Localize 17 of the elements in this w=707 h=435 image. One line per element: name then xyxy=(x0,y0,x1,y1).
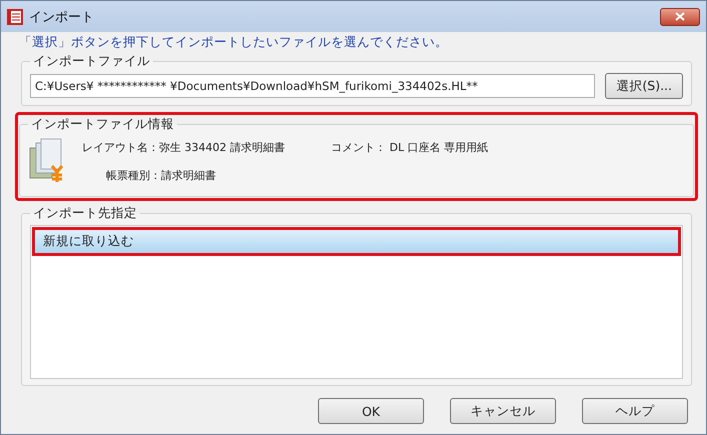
window-title: インポート xyxy=(29,8,94,26)
select-button[interactable]: 選択(S)... xyxy=(605,73,683,99)
group-label: インポートファイル xyxy=(32,53,151,70)
dialog-button[interactable]: OK xyxy=(318,398,424,424)
list-item[interactable]: 新規に取り込む xyxy=(32,227,681,256)
dialog-button[interactable]: キャンセル xyxy=(450,398,556,424)
layout-name-text: レイアウト名：弥生 334402 請求明細書 xyxy=(82,140,285,154)
close-button[interactable] xyxy=(660,8,700,26)
file-path-field[interactable]: C:¥Users¥ ************ ¥Documents¥Download¥hSM_furikomi_334402s.HL** xyxy=(30,74,596,98)
comment-text: コメント： DL 口座名 専用用紙 xyxy=(330,140,490,154)
dialog-button[interactable]: ヘルプ xyxy=(582,398,688,424)
app-icon xyxy=(7,8,23,24)
form-type-text: 帳票種別：請求明細書 xyxy=(105,168,217,182)
instruction-text: 「選択」ボタンを押下してインポートしたいファイルを選んでください。 xyxy=(19,34,449,51)
close-icon xyxy=(675,12,685,21)
group-label: インポートファイル情報 xyxy=(30,116,175,133)
group-label: インポート先指定 xyxy=(32,205,138,222)
